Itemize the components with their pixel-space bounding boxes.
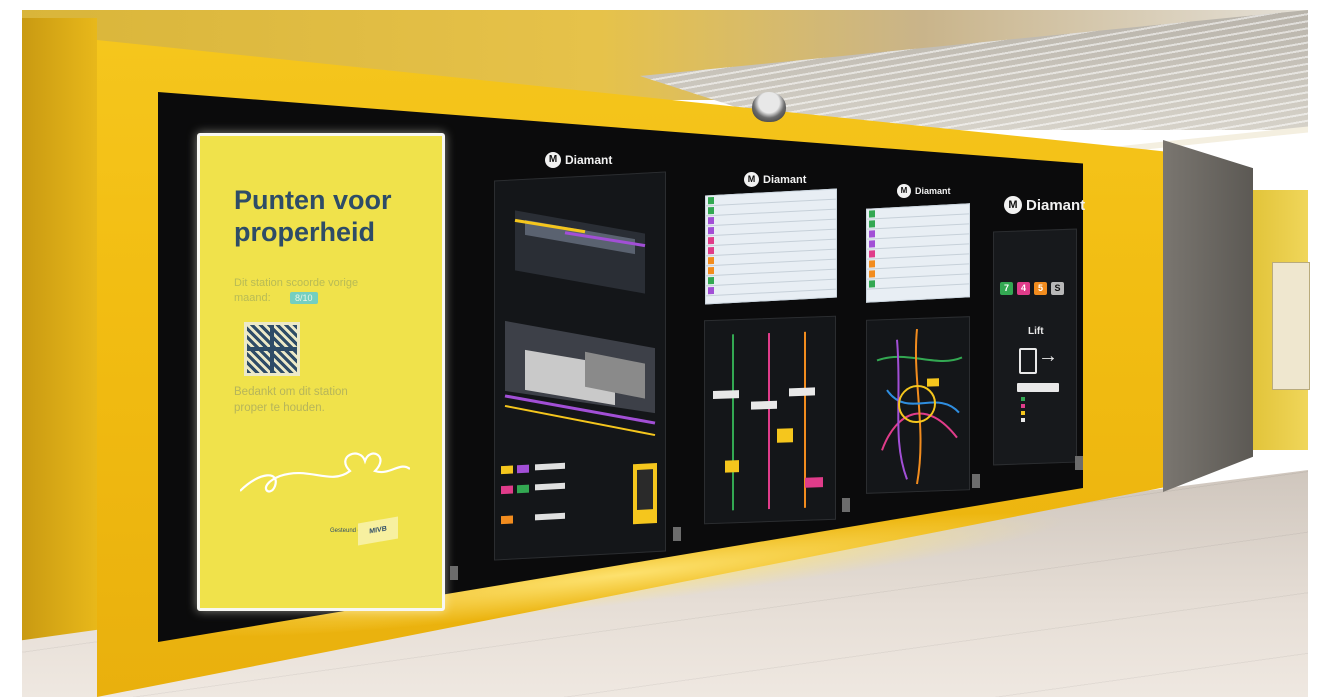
lift-icon bbox=[1019, 348, 1037, 374]
metro-m-icon: M bbox=[1004, 196, 1022, 214]
station-name-4: Diamant bbox=[1026, 196, 1086, 214]
heart-line-icon bbox=[240, 452, 410, 493]
poster-title: Punten voor properheid bbox=[234, 185, 392, 247]
grey-pillar bbox=[1163, 140, 1253, 492]
departure-board-1 bbox=[705, 188, 837, 305]
panel-label-icon bbox=[842, 498, 850, 512]
left-wall bbox=[22, 18, 97, 697]
operator-logo: MIVB bbox=[358, 516, 398, 546]
station-name-3: Diamant bbox=[915, 186, 951, 196]
panel-label-icon bbox=[450, 566, 458, 580]
panel-label-icon bbox=[673, 527, 681, 541]
cleanliness-poster: Punten voor properheid Dit station scoor… bbox=[197, 133, 445, 611]
metro-station-scene: Punten voor properheid Dit station scoor… bbox=[0, 0, 1323, 697]
network-map bbox=[867, 317, 969, 493]
station-brand-4: M Diamant bbox=[1004, 196, 1085, 214]
line-badge: 7 bbox=[1000, 282, 1013, 295]
panel-label-icon bbox=[1075, 456, 1083, 470]
security-camera-icon bbox=[752, 92, 786, 122]
metro-m-icon: M bbox=[545, 152, 561, 168]
station-brand-2: M Diamant bbox=[744, 172, 806, 187]
far-notice-board bbox=[1272, 262, 1310, 390]
station-name-1: Diamant bbox=[565, 153, 613, 167]
qr-code-icon[interactable] bbox=[244, 322, 300, 376]
departure-board-2 bbox=[866, 203, 970, 303]
lift-legend bbox=[1021, 397, 1025, 425]
lift-direction-bar bbox=[1017, 383, 1059, 392]
station-3d-map-screen bbox=[494, 171, 666, 561]
metro-m-icon: M bbox=[897, 184, 911, 198]
metro-m-icon: M bbox=[744, 172, 759, 187]
station-3d-map bbox=[495, 172, 665, 560]
line-diagram-screen bbox=[704, 315, 836, 525]
line-badge: S bbox=[1051, 282, 1064, 295]
line-badges: 7 4 5 S bbox=[1000, 282, 1064, 295]
poster-thanks: Bedankt om dit station proper te houden. bbox=[234, 386, 348, 414]
line-badge: 4 bbox=[1017, 282, 1030, 295]
line-diagram bbox=[705, 316, 835, 524]
wayfinding-screen bbox=[993, 228, 1077, 466]
poster-score-badge: 8/10 bbox=[290, 292, 318, 304]
line-badge: 5 bbox=[1034, 282, 1047, 295]
panel-label-icon bbox=[972, 474, 980, 488]
station-name-2: Diamant bbox=[763, 173, 807, 186]
station-brand-3: M Diamant bbox=[897, 184, 951, 198]
arrow-right-icon: → bbox=[1038, 345, 1058, 367]
lift-label: Lift bbox=[1028, 326, 1044, 337]
network-map-screen bbox=[866, 316, 970, 494]
station-brand-1: M Diamant bbox=[545, 152, 612, 168]
